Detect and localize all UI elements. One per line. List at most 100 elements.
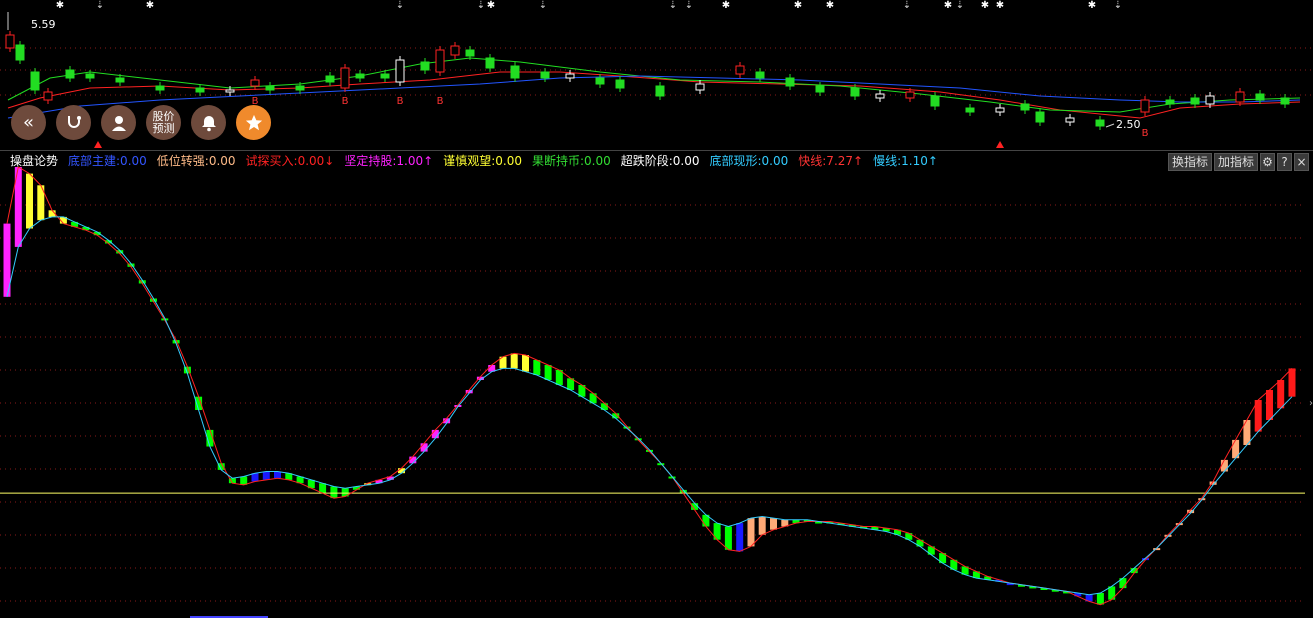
add-indicator-button[interactable]: 加指标: [1213, 153, 1258, 171]
advisor-button[interactable]: [101, 105, 136, 140]
favorite-button[interactable]: [236, 105, 271, 140]
indicator-bar: [736, 523, 744, 552]
candle-body: [735, 65, 745, 75]
candle-body: [655, 85, 665, 97]
candle-body: [43, 91, 53, 101]
candle-body: [995, 107, 1005, 113]
candle-body: [755, 71, 765, 79]
gear-icon[interactable]: ⚙: [1260, 153, 1275, 171]
price-low-pointer: [1105, 123, 1115, 128]
candle-body: [395, 59, 405, 83]
candle-body: [1205, 95, 1215, 105]
indicator-bar: [533, 360, 541, 375]
candle-body: [435, 49, 445, 73]
axis-triangle-marker: [94, 141, 102, 148]
legend-item-oversold: 超跌阶段:0.00: [620, 154, 700, 168]
candle-body: [115, 77, 125, 83]
stethoscope-button[interactable]: [56, 105, 91, 140]
indicator-bar: [1288, 368, 1296, 397]
candle-body: [1165, 99, 1175, 105]
arrow-marker-icon: ⇣: [396, 0, 404, 11]
candle-body: [930, 95, 940, 107]
candle-body: [565, 73, 575, 79]
indicator-bar: [409, 456, 417, 464]
arrow-marker-icon: ⇣: [669, 0, 677, 11]
candle-body: [450, 45, 460, 56]
candle-body: [355, 73, 365, 79]
candle-body: [1190, 97, 1200, 105]
quick-action-buttons: « 股价 预测: [11, 105, 271, 140]
indicator-bar: [420, 443, 428, 452]
indicator-legend: 操盘论势 底部主建:0.00 低位转强:0.00 试探买入:0.00↓ 坚定持股…: [0, 152, 938, 169]
price-forecast-button[interactable]: 股价 预测: [146, 105, 181, 140]
star-marker-icon: ✱: [146, 0, 154, 11]
candle-body: [965, 107, 975, 113]
price-high-label: 5.59: [31, 18, 56, 31]
help-icon[interactable]: ?: [1277, 153, 1292, 171]
close-icon[interactable]: ×: [1294, 153, 1309, 171]
candle-body: [850, 87, 860, 97]
fast-line: [6, 166, 1293, 606]
indicator-title[interactable]: 操盘论势: [10, 152, 58, 169]
alert-button[interactable]: [191, 105, 226, 140]
candle-body: [905, 91, 915, 99]
indicator-bar: [758, 516, 766, 535]
price-low-label: 2.50: [1116, 118, 1141, 131]
indicator-bar: [26, 173, 33, 229]
buy-signal-marker: B: [342, 96, 349, 107]
arrow-marker-icon: ⇣: [1114, 0, 1122, 11]
legend-item-firm-hold: 坚定持股:1.00↑: [344, 154, 434, 168]
person-icon: [111, 115, 126, 131]
star-icon: [245, 114, 262, 130]
indicator-bar: [747, 518, 755, 547]
candle-body: [155, 85, 165, 91]
indicator-bar: [1220, 459, 1228, 472]
indicator-bar: [724, 526, 732, 550]
legend-item-cautious-watch: 谨慎观望:0.00: [443, 154, 522, 168]
legend-item-bottom-build: 底部主建:0.00: [68, 154, 147, 168]
buy-signal-marker: B: [397, 96, 404, 107]
candle-body: [1255, 93, 1265, 101]
candle-body: [15, 44, 25, 61]
star-marker-icon: ✱: [981, 0, 989, 11]
candle-body: [785, 77, 795, 87]
candle-body: [380, 73, 390, 79]
candle-body: [195, 87, 205, 93]
stethoscope-icon: [67, 115, 81, 128]
arrow-marker-icon: ⇣: [685, 0, 693, 11]
candle-body: [875, 93, 885, 99]
candle-body: [540, 71, 550, 79]
bell-icon: [201, 115, 216, 131]
panel-tools: 换指标 加指标 ⚙ ? ×: [1167, 153, 1309, 171]
star-marker-icon: ✱: [487, 0, 495, 11]
indicator-chart[interactable]: [0, 152, 1313, 618]
legend-item-low-turn-strong: 低位转强:0.00: [156, 154, 236, 168]
indicator-bar: [262, 471, 270, 480]
indicator-bar: [1277, 380, 1285, 409]
legend-item-probe-buy: 试探买入:0.00↓: [245, 154, 335, 168]
candle-body: [30, 71, 40, 91]
candle-body: [695, 83, 705, 91]
candle-body: [1065, 117, 1075, 123]
moving-average-line: [7, 57, 1301, 113]
candle-body: [510, 65, 520, 79]
indicator-bar: [544, 365, 552, 380]
indicator-bar: [251, 473, 259, 482]
axis-triangle-marker: [996, 141, 1004, 148]
candle-body: [65, 69, 75, 79]
indicator-bar: [510, 353, 518, 369]
collapse-button[interactable]: «: [11, 105, 46, 140]
indicator-bar: [240, 476, 248, 485]
panel-divider: [0, 150, 1313, 151]
candle-body: [1095, 119, 1105, 127]
star-marker-icon: ✱: [56, 0, 64, 11]
candle-body: [420, 61, 430, 71]
candle-body: [1020, 103, 1030, 111]
switch-indicator-button[interactable]: 换指标: [1167, 153, 1212, 171]
indicator-bar: [522, 355, 529, 372]
candle-body: [225, 89, 235, 93]
candle-body: [265, 85, 275, 91]
arrow-marker-icon: ⇣: [956, 0, 964, 11]
candle-body: [295, 85, 305, 91]
right-edge-marker: ›: [1309, 398, 1313, 409]
